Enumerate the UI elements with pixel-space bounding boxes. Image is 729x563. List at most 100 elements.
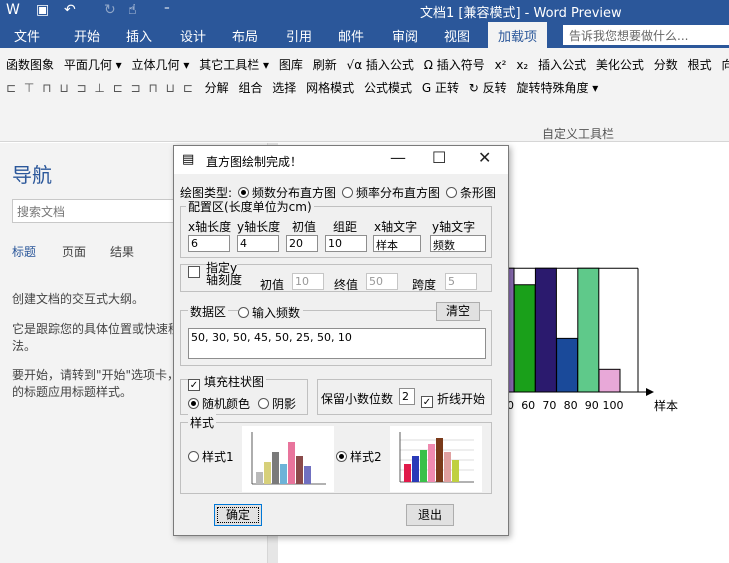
fill-bars-checkbox[interactable]: ✓ 填充柱状图 [188, 373, 267, 391]
data-legend: 数据区 [188, 303, 229, 320]
nav-tab-pages[interactable]: 页面 [62, 243, 86, 260]
vector-button[interactable]: 向量 [721, 58, 729, 72]
config-legend: 配置区(长度单位为cm) [186, 198, 314, 215]
chart-bar [534, 267, 557, 393]
fraction-button[interactable]: 分数 [654, 58, 678, 72]
tab-design[interactable]: 设计 [180, 26, 206, 45]
tab-review[interactable]: 审阅 [392, 26, 418, 45]
x-axis-label: 样本 [654, 398, 678, 413]
formula-mode-button[interactable]: 公式模式 [364, 81, 412, 95]
tab-home[interactable]: 开始 [74, 26, 100, 45]
chart-bar [513, 284, 536, 393]
insert-equation-button[interactable]: 插入公式 [538, 58, 586, 72]
maximize-icon[interactable]: ☐ [432, 148, 446, 167]
word-logo-icon: W [6, 2, 20, 18]
y-end-input[interactable]: 50 [366, 273, 398, 290]
style-legend: 样式 [188, 414, 217, 431]
function-graph-button[interactable]: 函数图象 [6, 58, 54, 72]
radio-random-color[interactable]: 随机颜色 [188, 395, 250, 412]
style-1-preview[interactable] [242, 426, 334, 492]
tell-me-search[interactable]: 告诉我您想要做什么... [563, 25, 729, 45]
clear-button[interactable]: 清空 [436, 302, 480, 321]
data-input[interactable]: 50, 30, 50, 45, 50, 25, 50, 10 [188, 328, 486, 359]
ungroup-button[interactable]: 分解 [205, 81, 229, 95]
radio-rate-histogram[interactable]: 频率分布直方图 [342, 184, 440, 201]
customize-icon[interactable]: ⁼ [164, 1, 170, 19]
x-tick-label: 90 [585, 399, 599, 412]
dialog-app-icon: ▤ [182, 152, 195, 167]
radio-bar-chart[interactable]: 条形图 [446, 184, 496, 201]
beautify-formula-button[interactable]: 美化公式 [596, 58, 644, 72]
plane-geometry-button[interactable]: 平面几何 ▾ [64, 58, 122, 72]
ribbon-tabs: 文件 开始 插入 设计 布局 引用 邮件 审阅 视图 加载项 告诉我您想要做什么… [0, 22, 729, 48]
grid-mode-button[interactable]: 网格模式 [306, 81, 354, 95]
radio-style-2[interactable]: 样式2 [336, 448, 382, 465]
other-toolbars-button[interactable]: 其它工具栏 ▾ [199, 58, 269, 72]
tab-view[interactable]: 视图 [444, 26, 470, 45]
rotate-special-angle-button[interactable]: 旋转特殊角度 ▾ [516, 81, 598, 95]
save-icon[interactable]: ▣ [36, 1, 49, 19]
radio-shadow[interactable]: 阴影 [258, 395, 296, 412]
y-initial-input[interactable]: 10 [292, 273, 324, 290]
redo-icon[interactable]: ↻ [104, 1, 116, 19]
toolbar-row-2: ⊏ ⊤ ⊓ ⊔ ⊐ ⊥ ⊏ ⊐ ⊓ ⊔ ⊏ 分解 组合 选择 网格模式 公式模式… [6, 79, 604, 96]
x-text-input[interactable]: 样本 [373, 235, 421, 252]
y-step-label: 跨度 [412, 278, 437, 292]
x-tick-label: 80 [564, 399, 578, 412]
group-width-label: 组距 [333, 220, 358, 234]
radical-button[interactable]: 根式 [688, 58, 712, 72]
y-length-input[interactable]: 4 [237, 235, 279, 252]
y-length-label: y轴长度 [237, 220, 281, 234]
y-step-input[interactable]: 5 [445, 273, 477, 290]
radio-input-frequency[interactable]: 输入频数 [238, 304, 304, 321]
group-button[interactable]: 组合 [238, 81, 262, 95]
solid-geometry-button[interactable]: 立体几何 ▾ [132, 58, 190, 72]
exit-button[interactable]: 退出 [406, 504, 454, 526]
insert-formula-button[interactable]: √α 插入公式 [347, 58, 414, 72]
group-width-input[interactable]: 10 [325, 235, 367, 252]
y-end-label: 终值 [334, 278, 359, 292]
initial-value-input[interactable]: 20 [286, 235, 318, 252]
subscript-button[interactable]: x₂ [516, 58, 528, 72]
radio-style-1[interactable]: 样式1 [188, 448, 234, 465]
refresh-button[interactable]: 刷新 [313, 58, 337, 72]
window-title: 文档1 [兼容模式] - Word Preview [420, 6, 622, 21]
rotate-forward-button[interactable]: G 正转 [422, 81, 459, 95]
y-text-label: y轴文字 [432, 220, 476, 234]
histogram-dialog: ▤ 直方图绘制完成！ — ☐ ✕ 绘图类型: 频数分布直方图 频率分布直方图 条… [173, 145, 509, 536]
ok-button[interactable]: 确定 [214, 504, 262, 526]
specify-y-checkbox[interactable] [188, 265, 204, 279]
style-2-preview[interactable] [390, 426, 482, 492]
nav-tab-results[interactable]: 结果 [110, 243, 134, 260]
y-text-input[interactable]: 频数 [430, 235, 486, 252]
tab-insert[interactable]: 插入 [126, 26, 152, 45]
tab-file[interactable]: 文件 [14, 26, 40, 45]
insert-symbol-button[interactable]: Ω 插入符号 [424, 58, 485, 72]
nav-tab-headings[interactable]: 标题 [12, 243, 36, 260]
title-bar: W ▣ ↶ ↻ ☝ ⁼ 文档1 [兼容模式] - Word Preview [0, 0, 729, 22]
initial-value-label: 初值 [292, 220, 317, 234]
nav-title: 导航 [12, 163, 52, 187]
polyline-checkbox[interactable]: ✓ 折线开始 [421, 390, 485, 408]
specify-y-label-2: 轴刻度 [206, 273, 243, 287]
minimize-icon[interactable]: — [390, 148, 406, 167]
ribbon-body: 函数图象 平面几何 ▾ 立体几何 ▾ 其它工具栏 ▾ 图库 刷新 √α 插入公式… [0, 48, 729, 142]
undo-icon[interactable]: ↶ [64, 1, 76, 19]
superscript-button[interactable]: x² [495, 58, 507, 72]
tab-addins[interactable]: 加载项 [488, 22, 548, 48]
tab-mailings[interactable]: 邮件 [338, 26, 364, 45]
select-button[interactable]: 选择 [272, 81, 296, 95]
x-tick-label: 60 [521, 399, 535, 412]
rotate-reverse-button[interactable]: ↻ 反转 [469, 81, 507, 95]
decimals-label: 保留小数位数 [321, 392, 394, 406]
tab-references[interactable]: 引用 [286, 26, 312, 45]
x-length-input[interactable]: 6 [188, 235, 230, 252]
touch-icon[interactable]: ☝ [128, 1, 137, 19]
gallery-button[interactable]: 图库 [279, 58, 303, 72]
close-icon[interactable]: ✕ [478, 148, 491, 167]
decimals-input[interactable]: 2 [399, 388, 415, 405]
align-tools-icon[interactable]: ⊏ ⊤ ⊓ ⊔ ⊐ ⊥ ⊏ ⊐ ⊓ ⊔ ⊏ [6, 81, 195, 95]
x-axis-arrow [646, 388, 654, 396]
tab-layout[interactable]: 布局 [232, 26, 258, 45]
x-tick-label: 70 [542, 399, 556, 412]
